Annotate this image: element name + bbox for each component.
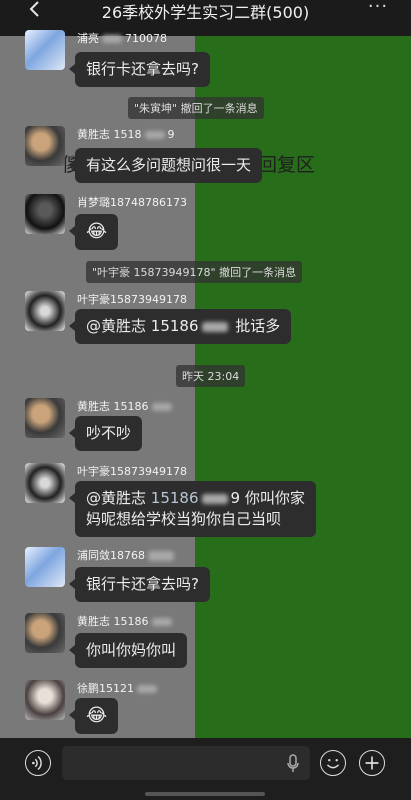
- message-item: 黄胜志 1518 9 有这么多问题想问很一天: [25, 126, 395, 184]
- message-item: 叶宇豪15873949178 @黄胜志 15186 批话多: [25, 291, 395, 347]
- input-bar: [0, 738, 411, 800]
- system-notice: "叶宇豪 15873949178" 撤回了一条消息: [86, 261, 303, 283]
- mention[interactable]: @黄胜志: [86, 489, 146, 507]
- message-item: 徐鹏15121 😂: [25, 680, 395, 736]
- avatar[interactable]: [25, 291, 65, 331]
- home-indicator: [145, 792, 265, 796]
- sender-name: 徐鹏15121: [77, 680, 160, 696]
- sender-name: 叶宇豪15873949178: [77, 293, 187, 306]
- message-bubble[interactable]: 吵不吵: [68, 416, 143, 451]
- message-bubble[interactable]: 你叫你妈你叫: [68, 633, 188, 668]
- avatar[interactable]: [25, 463, 65, 503]
- message-item: 浦同敛18768 银行卡还拿去吗?: [25, 547, 395, 605]
- timestamp: 昨天 23:04: [176, 365, 246, 387]
- sender-name: 肖梦璐18748786173: [77, 196, 187, 209]
- message-bubble[interactable]: 银行卡还拿去吗?: [69, 52, 210, 87]
- message-item: 肖梦璐18748786173 😂: [25, 194, 395, 250]
- message-bubble[interactable]: 有这么多问题想问很一天: [68, 148, 263, 183]
- chat-title: 26季校外学生实习二群(500): [101, 3, 310, 22]
- mention[interactable]: @黄胜志: [86, 317, 146, 335]
- back-icon[interactable]: [22, 0, 52, 20]
- more-icon[interactable]: ···: [363, 0, 393, 20]
- avatar[interactable]: [25, 613, 65, 653]
- sender-name: 浦同敛18768: [77, 547, 177, 563]
- sender-name: 黄胜志 15186: [77, 398, 175, 414]
- mic-icon[interactable]: [286, 754, 300, 774]
- message-bubble[interactable]: 😂: [68, 214, 119, 250]
- message-bubble[interactable]: @黄胜志 15186 批话多: [68, 309, 292, 344]
- sender-name: 浦亮 710078: [77, 32, 167, 45]
- message-input[interactable]: [62, 746, 310, 780]
- avatar[interactable]: [25, 398, 65, 438]
- avatar[interactable]: [25, 194, 65, 234]
- message-bubble[interactable]: 😂: [68, 698, 119, 734]
- message-bubble[interactable]: 银行卡还拿去吗?: [69, 567, 210, 602]
- system-notice: "朱寅坤" 撤回了一条消息: [128, 97, 264, 119]
- sender-name: 黄胜志 15186: [77, 613, 175, 629]
- message-item: 叶宇豪15873949178 @黄胜志 15186 9 你叫你家 妈呢想给学校当狗…: [25, 463, 395, 543]
- message-bubble[interactable]: @黄胜志 15186 9 你叫你家 妈呢想给学校当狗你自己当呗: [69, 481, 316, 537]
- message-item: 黄胜志 15186 你叫你妈你叫: [25, 613, 395, 671]
- sender-name: 黄胜志 1518 9: [77, 128, 175, 141]
- sender-name: 叶宇豪15873949178: [77, 465, 187, 478]
- emoji-icon[interactable]: [320, 750, 346, 776]
- avatar[interactable]: [25, 30, 65, 70]
- avatar[interactable]: [25, 680, 65, 720]
- plus-icon[interactable]: [359, 750, 385, 776]
- voice-icon[interactable]: [25, 750, 51, 776]
- avatar[interactable]: [25, 126, 65, 166]
- message-item: 黄胜志 15186 吵不吵: [25, 398, 395, 454]
- message-item: 浦亮 710078 银行卡还拿去吗?: [25, 30, 395, 90]
- avatar[interactable]: [25, 547, 65, 587]
